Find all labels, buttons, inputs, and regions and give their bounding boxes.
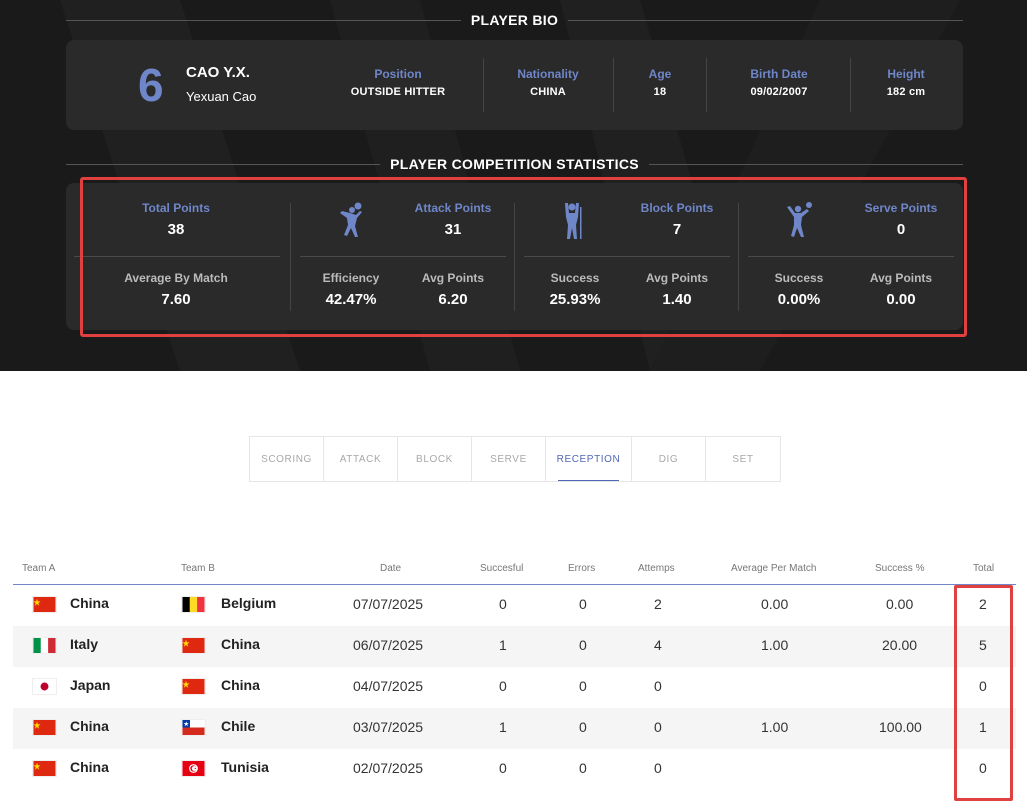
birth-date-label: Birth Date — [750, 67, 808, 81]
italy-flag-icon — [32, 637, 57, 654]
header-average-per-match: Average Per Match — [731, 563, 817, 574]
height-value: 182 cm — [886, 86, 926, 98]
header-team-a: Team A — [22, 563, 56, 574]
china-flag-icon — [32, 760, 57, 777]
bio-height: Height 182 cm — [866, 67, 946, 98]
tab-serve[interactable]: SERVE — [472, 437, 546, 481]
header-total: Total — [973, 563, 995, 574]
height-label: Height — [887, 67, 925, 81]
player-bio-title: PLAYER BIO — [470, 12, 559, 28]
table-row[interactable]: Italy China 06/07/2025 1 0 4 1.00 20.00 … — [13, 626, 1016, 667]
nationality-label: Nationality — [517, 67, 579, 81]
header-successful: Succesful — [480, 563, 524, 574]
average-cell: 0.00 — [761, 596, 789, 612]
chile-flag-icon — [181, 719, 206, 736]
age-value: 18 — [653, 86, 667, 98]
table-row[interactable]: China Chile 03/07/2025 1 0 0 1.00 100.00… — [13, 708, 1016, 749]
success-pct-cell: 0.00 — [886, 596, 914, 612]
competition-stats-title: PLAYER COMPETITION STATISTICS — [390, 156, 639, 172]
team-b-name: Chile — [221, 718, 256, 734]
bio-birth-date: Birth Date 09/02/2007 — [724, 67, 834, 98]
tab-block[interactable]: BLOCK — [398, 437, 472, 481]
team-a-name: China — [70, 595, 109, 611]
errors-cell: 0 — [579, 596, 587, 612]
japan-flag-icon — [32, 678, 57, 695]
player-short-name: CAO Y.X. — [186, 64, 250, 81]
tunisia-flag-icon — [181, 760, 206, 777]
errors-cell: 0 — [579, 678, 587, 694]
header-team-b: Team B — [181, 563, 215, 574]
date-cell: 02/07/2025 — [353, 760, 424, 776]
header-attempts: Attemps — [638, 563, 675, 574]
divider — [613, 58, 614, 112]
tab-reception[interactable]: RECEPTION — [546, 437, 632, 481]
errors-cell: 0 — [579, 719, 587, 735]
tab-attack[interactable]: ATTACK — [324, 437, 398, 481]
successful-cell: 0 — [499, 760, 507, 776]
attempts-cell: 0 — [654, 678, 662, 694]
successful-cell: 1 — [499, 719, 507, 735]
team-a-name: Italy — [70, 636, 99, 652]
success-pct-cell: 100.00 — [879, 719, 922, 735]
header-date: Date — [380, 563, 402, 574]
total-column-highlight-box — [954, 585, 1013, 801]
errors-cell: 0 — [579, 760, 587, 776]
divider — [850, 58, 851, 112]
date-cell: 06/07/2025 — [353, 637, 424, 653]
tab-set[interactable]: SET — [706, 437, 780, 481]
team-b-name: China — [221, 677, 260, 693]
table-header: Team A Team B Date Succesful Errors Atte… — [13, 561, 1016, 585]
date-cell: 03/07/2025 — [353, 719, 424, 735]
nationality-value: CHINA — [530, 86, 566, 98]
bio-nationality: Nationality CHINA — [498, 67, 598, 98]
stats-highlight-box — [80, 177, 967, 337]
divider — [706, 58, 707, 112]
table-row[interactable]: Japan China 04/07/2025 0 0 0 0 — [13, 667, 1016, 708]
position-label: Position — [374, 67, 422, 81]
attempts-cell: 0 — [654, 760, 662, 776]
age-label: Age — [648, 67, 672, 81]
table-row[interactable]: China Tunisia 02/07/2025 0 0 0 0 — [13, 749, 1016, 790]
position-value: OUTSIDE HITTER — [350, 86, 446, 98]
average-cell: 1.00 — [761, 719, 789, 735]
china-flag-icon — [32, 719, 57, 736]
team-b-name: China — [221, 636, 260, 652]
header-success-pct: Success % — [875, 563, 925, 574]
stat-category-tabs: SCORING ATTACK BLOCK SERVE RECEPTION DIG… — [249, 436, 781, 482]
successful-cell: 0 — [499, 678, 507, 694]
china-flag-icon — [32, 596, 57, 613]
belgium-flag-icon — [181, 596, 206, 613]
header-errors: Errors — [568, 563, 596, 574]
average-cell: 1.00 — [761, 637, 789, 653]
success-pct-cell: 20.00 — [882, 637, 918, 653]
tab-dig[interactable]: DIG — [632, 437, 706, 481]
table-row[interactable]: China Belgium 07/07/2025 0 0 2 0.00 0.00… — [13, 585, 1016, 626]
tab-scoring[interactable]: SCORING — [250, 437, 324, 481]
competition-stats-heading: PLAYER COMPETITION STATISTICS — [66, 154, 964, 174]
errors-cell: 0 — [579, 637, 587, 653]
player-bio-card: 6 CAO Y.X. Yexuan Cao Position OUTSIDE H… — [66, 40, 963, 130]
jersey-number: 6 — [138, 59, 164, 111]
attempts-cell: 2 — [654, 596, 662, 612]
attempts-cell: 0 — [654, 719, 662, 735]
birth-date-value: 09/02/2007 — [750, 86, 808, 98]
team-b-name: Belgium — [221, 595, 277, 611]
bio-age: Age 18 — [630, 67, 690, 98]
team-a-name: China — [70, 759, 109, 775]
divider — [483, 58, 484, 112]
china-flag-icon — [181, 678, 206, 695]
player-full-name: Yexuan Cao — [186, 89, 257, 104]
date-cell: 04/07/2025 — [353, 678, 424, 694]
player-bio-heading: PLAYER BIO — [66, 10, 963, 30]
player-header-section: PLAYER BIO 6 CAO Y.X. Yexuan Cao Positio… — [0, 0, 1027, 371]
date-cell: 07/07/2025 — [353, 596, 424, 612]
bio-position: Position OUTSIDE HITTER — [328, 67, 468, 98]
team-a-name: China — [70, 718, 109, 734]
successful-cell: 0 — [499, 596, 507, 612]
successful-cell: 1 — [499, 637, 507, 653]
attempts-cell: 4 — [654, 637, 662, 653]
team-b-name: Tunisia — [221, 759, 269, 775]
china-flag-icon — [181, 637, 206, 654]
team-a-name: Japan — [70, 677, 111, 693]
